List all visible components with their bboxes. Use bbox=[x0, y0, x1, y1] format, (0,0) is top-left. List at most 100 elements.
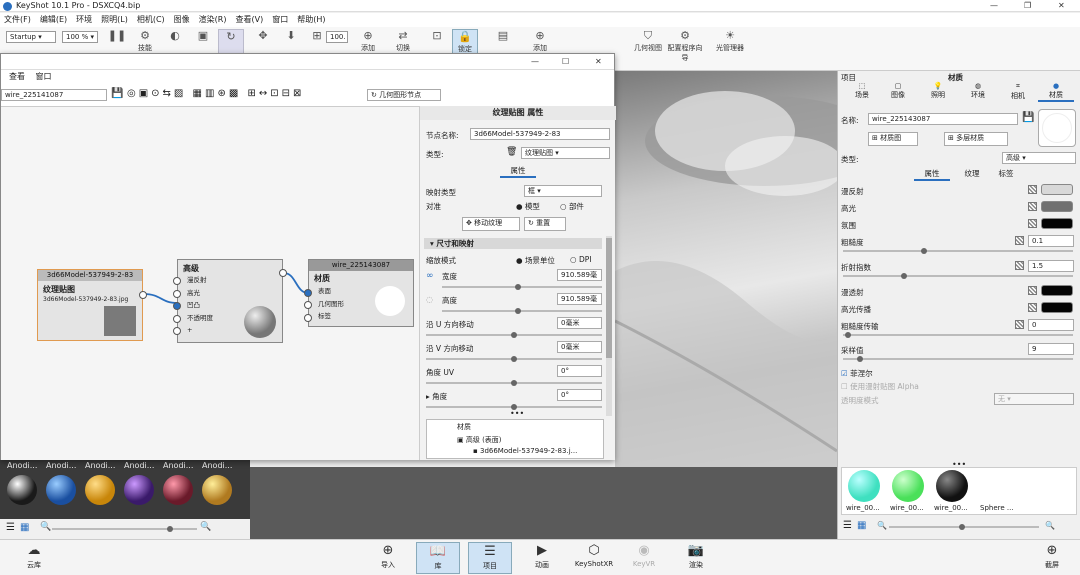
graph-close-icon[interactable]: ✕ bbox=[595, 56, 602, 68]
type-select[interactable]: 纹理贴图 ▾ bbox=[521, 147, 610, 159]
minimize-icon[interactable]: — bbox=[990, 0, 998, 12]
link-icon[interactable]: ∞ bbox=[426, 271, 434, 281]
align-model-radio[interactable]: ● 模型 bbox=[516, 201, 540, 212]
rp-list-view-icon[interactable]: ☰ bbox=[843, 520, 852, 531]
rough-trans-texture-icon[interactable] bbox=[1015, 320, 1024, 329]
rp-size-slider[interactable] bbox=[889, 524, 1039, 530]
opacity-pin[interactable] bbox=[173, 315, 181, 323]
menu-view[interactable]: 查看(V) bbox=[235, 13, 263, 27]
tab-environment[interactable]: ◍ 环境 bbox=[960, 82, 996, 100]
geometry-node-button[interactable]: ↻ 几何图形节点 bbox=[367, 89, 441, 101]
advanced-output-pin[interactable] bbox=[279, 269, 287, 277]
diffuse-texture-icon[interactable] bbox=[1028, 185, 1037, 194]
diffuse-pin[interactable] bbox=[173, 277, 181, 285]
rough-trans-input[interactable]: 0 bbox=[1028, 319, 1074, 331]
zoom-in-icon[interactable]: 🔍 bbox=[200, 522, 211, 532]
material-name-field[interactable]: wire_225141087 bbox=[1, 89, 107, 101]
angle-slider[interactable] bbox=[426, 404, 602, 410]
samples-slider[interactable] bbox=[843, 356, 1073, 362]
grid-view-icon[interactable]: ▦ bbox=[20, 522, 29, 533]
screenshot-button[interactable]: ⊕ 截屏 bbox=[1030, 542, 1074, 574]
thumb-ball-2[interactable] bbox=[892, 470, 924, 502]
thumb-ball-1[interactable] bbox=[848, 470, 880, 502]
specular-pin[interactable] bbox=[173, 290, 181, 298]
translucency-texture-icon[interactable] bbox=[1028, 286, 1037, 295]
shift-u-input[interactable]: 0毫米 bbox=[557, 317, 602, 329]
spec-trans-texture-icon[interactable] bbox=[1028, 303, 1037, 312]
geometry-view-button[interactable]: ⛉ 几何视图 bbox=[634, 29, 662, 59]
rough-trans-slider[interactable] bbox=[843, 332, 1073, 338]
width-slider[interactable] bbox=[442, 284, 602, 290]
library-size-slider[interactable] bbox=[52, 526, 197, 532]
reset-button[interactable]: ↻ 重置 bbox=[524, 217, 566, 231]
subtab-texture[interactable]: 纹理 bbox=[954, 168, 990, 179]
tab-scene[interactable]: ⬚ 场景 bbox=[844, 82, 880, 100]
angle-uv-input[interactable]: 0° bbox=[557, 365, 602, 377]
graph-minimize-icon[interactable]: — bbox=[531, 56, 539, 68]
menu-lighting[interactable]: 照明(L) bbox=[101, 13, 128, 27]
maximize-icon[interactable]: ❐ bbox=[1024, 0, 1031, 12]
library-ball-3[interactable] bbox=[85, 475, 115, 505]
import-button[interactable]: ⊕ 导入 bbox=[366, 542, 410, 574]
more-dots-icon[interactable]: ••• bbox=[510, 409, 524, 418]
keyvr-button[interactable]: ◉ KeyVR bbox=[622, 542, 666, 574]
tree-item-material[interactable]: 材质 bbox=[457, 422, 471, 432]
subtab-attributes[interactable]: 属性 bbox=[914, 168, 950, 181]
ior-slider[interactable] bbox=[843, 273, 1073, 279]
advanced-node[interactable]: 高级 漫反射 高光 凹凸 不透明度 + bbox=[173, 259, 287, 343]
render-viewport[interactable] bbox=[615, 71, 837, 467]
material-node[interactable]: wire_225143087 材质 表面 几何图形 标签 bbox=[304, 259, 414, 327]
menu-window[interactable]: 窗口 bbox=[272, 13, 288, 27]
rp-zoom-out-icon[interactable]: 🔍 bbox=[877, 521, 887, 530]
graph-menu-window[interactable]: 窗口 bbox=[36, 72, 52, 81]
shift-v-knob[interactable] bbox=[511, 356, 517, 362]
transparency-mode-select[interactable]: 无 ▾ bbox=[994, 393, 1074, 405]
config-wizard-button[interactable]: ⚙ 配置程序向导 bbox=[666, 29, 704, 62]
library-ball-4[interactable] bbox=[124, 475, 154, 505]
menu-file[interactable]: 文件(F) bbox=[4, 13, 31, 27]
translucency-color-swatch[interactable] bbox=[1041, 285, 1073, 296]
samples-input[interactable]: 9 bbox=[1028, 343, 1074, 355]
material-type-select[interactable]: 高级 ▾ bbox=[1002, 152, 1076, 164]
list-view-icon[interactable]: ☰ bbox=[6, 522, 15, 533]
angle-expander[interactable]: ▸ 角度 bbox=[426, 391, 447, 402]
animation-button[interactable]: ▶ 动画 bbox=[520, 542, 564, 574]
surface-pin[interactable] bbox=[304, 289, 312, 297]
rough-trans-knob[interactable] bbox=[845, 332, 851, 338]
roughness-slider[interactable] bbox=[843, 248, 1073, 254]
library-ball-6[interactable] bbox=[202, 475, 232, 505]
mapping-type-select[interactable]: 框 ▾ bbox=[524, 185, 602, 197]
rp-size-knob[interactable] bbox=[959, 524, 965, 530]
node-canvas[interactable]: 3d66Model-537949-2-83 纹理贴图 3d66Model-537… bbox=[1, 106, 419, 460]
spec-trans-color-swatch[interactable] bbox=[1041, 302, 1073, 313]
tree-item-advanced[interactable]: ▣ 高级 (表面) bbox=[457, 435, 502, 445]
close-icon[interactable]: ✕ bbox=[1058, 0, 1065, 12]
height-slider-knob[interactable] bbox=[515, 308, 521, 314]
graph-maximize-icon[interactable]: ☐ bbox=[562, 56, 569, 68]
diffuse-color-swatch[interactable] bbox=[1041, 184, 1073, 195]
workspace-select[interactable]: Startup ▾ bbox=[6, 31, 56, 43]
shift-v-input[interactable]: 0毫米 bbox=[557, 341, 602, 353]
save-material-icon[interactable]: 💾 bbox=[1022, 112, 1034, 123]
menu-edit[interactable]: 编辑(E) bbox=[40, 13, 67, 27]
width-input[interactable]: 910.589毫米 bbox=[557, 269, 602, 281]
tab-camera[interactable]: ⌗ 相机 bbox=[1000, 82, 1036, 101]
ambient-color-swatch[interactable] bbox=[1041, 218, 1073, 229]
add-pin[interactable] bbox=[173, 327, 181, 335]
graph-menu-view[interactable]: 查看 bbox=[9, 72, 25, 81]
roughness-knob[interactable] bbox=[921, 248, 927, 254]
menu-help[interactable]: 帮助(H) bbox=[297, 13, 325, 27]
menu-image[interactable]: 图像 bbox=[174, 13, 190, 27]
texture-output-pin[interactable] bbox=[139, 291, 147, 299]
library-ball-1[interactable] bbox=[7, 475, 37, 505]
light-manager-button[interactable]: ☀ 光管理器 bbox=[710, 29, 750, 59]
texture-node[interactable]: 3d66Model-537949-2-83 纹理贴图 3d66Model-537… bbox=[37, 269, 147, 341]
zoom-select[interactable]: 100 % ▾ bbox=[62, 31, 98, 43]
subtab-label[interactable]: 标签 bbox=[988, 168, 1024, 179]
roughness-input[interactable]: 0.1 bbox=[1028, 235, 1074, 247]
scale-scene-radio[interactable]: ● 场景单位 bbox=[516, 255, 555, 266]
tab-material[interactable]: ● 材质 bbox=[1038, 82, 1074, 102]
align-part-radio[interactable]: ○ 部件 bbox=[560, 201, 584, 212]
scale-dpi-radio[interactable]: ○ DPI bbox=[570, 255, 591, 264]
label-pin[interactable] bbox=[304, 314, 312, 322]
